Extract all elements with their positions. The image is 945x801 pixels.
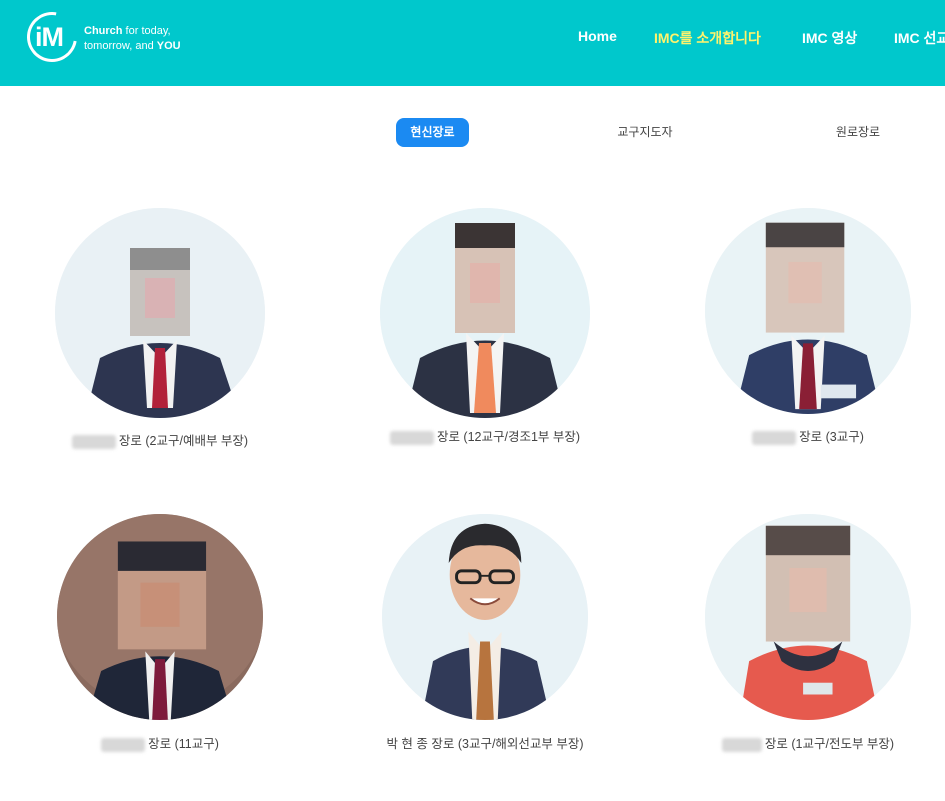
elder-portrait <box>57 514 263 720</box>
site-header: iM Church for today, tomorrow, and YOU H… <box>0 0 945 86</box>
obscured-name <box>71 434 116 449</box>
elder-portrait <box>382 514 588 720</box>
elder-caption-text: 장로 (12교구/경조1부 부장) <box>436 430 581 444</box>
elder-portrait <box>55 208 265 418</box>
tab-district-leaders[interactable]: 교구지도자 <box>600 118 690 147</box>
obscured-name <box>752 430 797 445</box>
elder-portrait <box>705 208 911 414</box>
nav-home[interactable]: Home <box>578 28 617 44</box>
elder-caption-text: 장로 (11교구) <box>148 737 219 751</box>
elder-caption: 장로 (11교구) <box>10 733 310 752</box>
elder-caption-text: 박 현 종 장로 (3교구/해외선교부 부장) <box>386 737 584 751</box>
elder-caption: 장로 (12교구/경조1부 부장) <box>335 426 635 445</box>
obscured-name <box>389 430 434 445</box>
elder-portrait <box>705 514 911 720</box>
elder-card[interactable]: 장로 (12교구/경조1부 부장) <box>335 208 635 445</box>
elder-caption: 장로 (2교구/예배부 부장) <box>10 430 310 449</box>
obscured-name <box>721 737 762 752</box>
elder-caption-text: 장로 (1교구/전도부 부장) <box>764 737 895 751</box>
tab-active-elders[interactable]: 현신장로 <box>396 118 469 147</box>
elder-card[interactable]: 박 현 종 장로 (3교구/해외선교부 부장) <box>335 514 635 751</box>
elder-caption-text: 장로 (3교구) <box>799 430 864 444</box>
elder-card[interactable]: 장로 (11교구) <box>10 514 310 752</box>
obscured-name <box>101 737 146 752</box>
nav-about[interactable]: IMC를 소개합니다 <box>654 28 761 48</box>
elder-caption: 박 현 종 장로 (3교구/해외선교부 부장) <box>335 733 635 752</box>
nav-video[interactable]: IMC 영상 <box>802 28 857 48</box>
elder-card[interactable]: 장로 (1교구/전도부 부장) <box>658 514 945 752</box>
elder-portrait <box>380 208 590 418</box>
elder-caption: 장로 (3교구) <box>658 426 945 445</box>
elder-caption: 장로 (1교구/전도부 부장) <box>658 733 945 752</box>
elder-card[interactable]: 장로 (3교구) <box>658 208 945 445</box>
tab-emeritus-elders[interactable]: 원로장로 <box>822 118 894 147</box>
elder-caption-text: 장로 (2교구/예배부 부장) <box>118 434 249 448</box>
nav-mission[interactable]: IMC 선교 <box>894 28 945 48</box>
main-nav: Home IMC를 소개합니다 IMC 영상 IMC 선교 <box>0 28 945 48</box>
elder-card[interactable]: 장로 (2교구/예배부 부장) <box>10 208 310 449</box>
